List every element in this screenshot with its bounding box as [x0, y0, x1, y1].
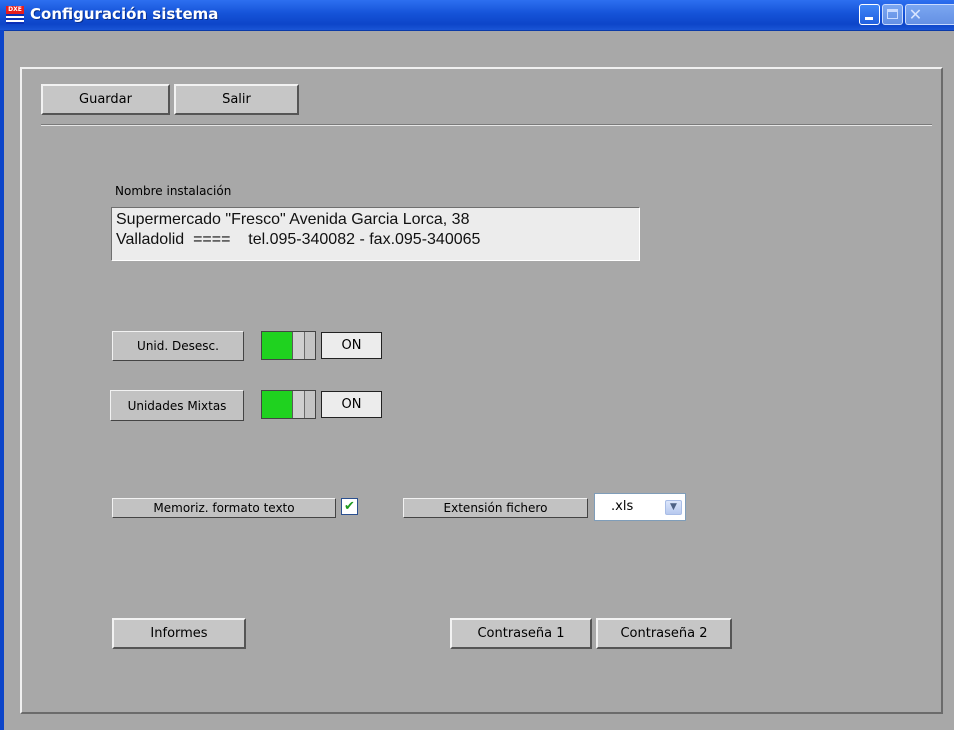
- reports-button[interactable]: Informes: [112, 618, 246, 649]
- installation-name-label: Nombre instalación: [115, 184, 232, 198]
- close-icon: ✕: [908, 5, 923, 24]
- save-button[interactable]: Guardar: [41, 84, 170, 115]
- window-frame-left: [0, 30, 4, 730]
- close-button[interactable]: ✕: [905, 4, 954, 25]
- minimize-button[interactable]: [859, 4, 880, 25]
- extension-select-value: .xls: [611, 499, 634, 514]
- password-1-button[interactable]: Contraseña 1: [450, 618, 592, 649]
- password-2-button[interactable]: Contraseña 2: [596, 618, 732, 649]
- extension-fichero-button[interactable]: Extensión fichero: [403, 498, 588, 518]
- app-icon: DXE: [6, 6, 24, 24]
- window-title: Configuración sistema: [30, 5, 219, 23]
- maximize-button[interactable]: [882, 4, 903, 25]
- extension-select[interactable]: .xls ▼: [594, 493, 686, 521]
- memoriz-formato-checkbox[interactable]: ✔: [341, 498, 358, 515]
- unidades-mixtas-state: ON: [321, 391, 382, 418]
- installation-line-2: Valladolid ==== tel.095-340082 - fax.095…: [116, 231, 481, 248]
- title-bar[interactable]: DXE Configuración sistema ✕: [0, 0, 954, 31]
- unid-desesc-toggle[interactable]: [261, 331, 316, 360]
- exit-button[interactable]: Salir: [174, 84, 299, 115]
- unidades-mixtas-toggle[interactable]: [261, 390, 316, 419]
- unid-desesc-state: ON: [321, 332, 382, 359]
- memoriz-formato-button[interactable]: Memoriz. formato texto: [112, 498, 336, 518]
- check-icon: ✔: [344, 499, 355, 514]
- unidades-mixtas-button[interactable]: Unidades Mixtas: [110, 390, 244, 421]
- installation-name-field[interactable]: Supermercado "Fresco" Avenida Garcia Lor…: [111, 207, 640, 261]
- unid-desesc-button[interactable]: Unid. Desesc.: [112, 331, 244, 361]
- installation-line-1: Supermercado "Fresco" Avenida Garcia Lor…: [116, 211, 470, 228]
- maximize-icon: [887, 9, 898, 19]
- minimize-icon: [865, 17, 873, 20]
- chevron-down-icon[interactable]: ▼: [665, 500, 682, 515]
- app-icon-tag: DXE: [6, 6, 24, 14]
